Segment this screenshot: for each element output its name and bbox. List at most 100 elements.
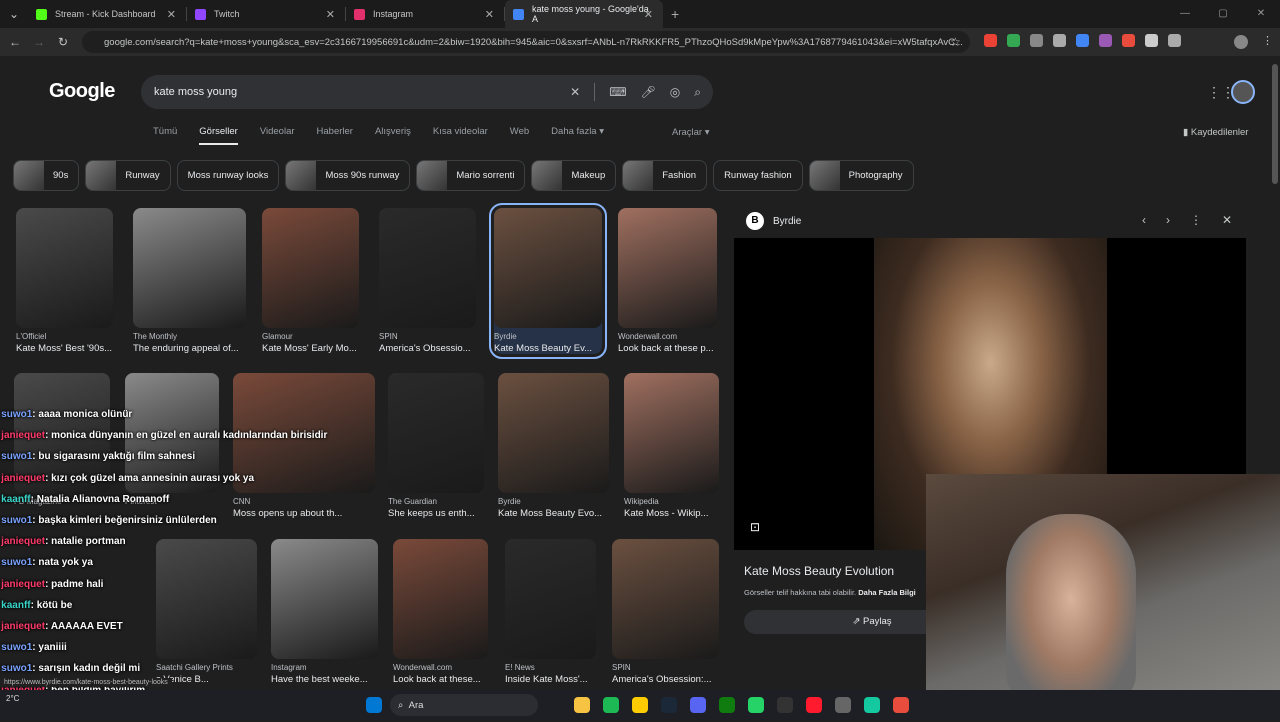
chat-username[interactable]: kaanff (1, 494, 30, 505)
tab-search-icon[interactable]: ⌄ (0, 7, 28, 21)
new-tab-button[interactable]: + (671, 6, 679, 22)
result-title[interactable]: The enduring appeal of... (133, 343, 246, 354)
browser-tab[interactable]: Instagram ✕ (346, 0, 504, 28)
image-result[interactable]: E! News Inside Kate Moss'... (505, 539, 596, 685)
result-thumbnail[interactable] (16, 208, 113, 328)
chip[interactable]: Runway (85, 160, 171, 191)
chip[interactable]: Moss runway looks (176, 160, 280, 191)
browser-tab[interactable]: Stream - Kick Dashboard ✕ (28, 0, 186, 28)
chip[interactable]: Photography (808, 160, 914, 191)
chip[interactable]: Moss 90s runway (285, 160, 411, 191)
profile-icon[interactable] (1234, 35, 1248, 49)
extension-icon[interactable] (1122, 34, 1135, 47)
chip[interactable]: 90s (13, 160, 80, 191)
taskbar-app-icon[interactable] (864, 697, 880, 713)
microphone-icon[interactable]: 🎤︎ (641, 85, 656, 99)
chip[interactable]: Makeup (531, 160, 617, 191)
chat-username[interactable]: suwo1 (1, 642, 32, 653)
menu-kebab-icon[interactable]: ⋮ (1262, 34, 1273, 47)
clear-icon[interactable]: ✕ (570, 85, 580, 99)
result-thumbnail[interactable] (624, 373, 719, 493)
back-icon[interactable]: ← (3, 35, 27, 49)
tab-5[interactable]: Kısa videolar (433, 126, 488, 145)
tab-6[interactable]: Web (510, 126, 529, 145)
maximize-icon[interactable]: ▢ (1204, 0, 1242, 28)
tools-button[interactable]: Araçlar ▾ (672, 127, 710, 138)
tab-1[interactable]: Görseller (199, 126, 238, 145)
result-title[interactable]: Inside Kate Moss'... (505, 674, 596, 685)
result-title[interactable]: Kate Moss - Wikip... (624, 508, 719, 519)
extension-icon[interactable] (984, 34, 997, 47)
result-title[interactable]: Kate Moss Beauty Evo... (498, 508, 609, 519)
tab-2[interactable]: Videolar (260, 126, 295, 145)
taskbar-app-icon[interactable] (777, 697, 793, 713)
taskbar-app-icon[interactable] (719, 697, 735, 713)
chat-username[interactable]: suwo1 (1, 663, 32, 674)
image-result[interactable]: Wikipedia Kate Moss - Wikip... (624, 373, 719, 519)
account-avatar[interactable] (1231, 80, 1255, 104)
image-result[interactable]: Byrdie Kate Moss Beauty Evo... (498, 373, 609, 519)
chat-username[interactable]: suwo1 (1, 451, 32, 462)
result-title[interactable]: America's Obsession:... (612, 674, 719, 685)
result-title[interactable]: Kate Moss' Early Mo... (262, 343, 359, 354)
weather-widget[interactable]: 2°C (6, 694, 19, 703)
image-result[interactable]: L'Officiel Kate Moss' Best '90s... (16, 208, 113, 354)
result-title[interactable]: Kate Moss Beauty Ev... (494, 343, 602, 354)
chat-username[interactable]: suwo1 (1, 557, 32, 568)
lens-icon[interactable]: ⊡ (750, 520, 760, 534)
result-thumbnail[interactable] (494, 208, 602, 328)
chat-username[interactable]: suwo1 (1, 409, 32, 420)
camera-lens-icon[interactable]: ◎ (670, 85, 680, 99)
taskbar-app-icon[interactable] (366, 697, 382, 713)
tab-4[interactable]: Alışveriş (375, 126, 411, 145)
result-thumbnail[interactable] (505, 539, 596, 659)
scroll-thumb[interactable] (1272, 64, 1278, 184)
taskbar-app-icon[interactable] (835, 697, 851, 713)
chat-username[interactable]: suwo1 (1, 515, 32, 526)
taskbar-app-icon[interactable] (806, 697, 822, 713)
extension-icon[interactable] (1099, 34, 1112, 47)
chat-username[interactable]: janiequet (1, 621, 45, 632)
reload-icon[interactable]: ↻ (51, 35, 75, 49)
forward-icon[interactable]: → (27, 35, 51, 49)
extension-icon[interactable] (1168, 34, 1181, 47)
taskbar-app-icon[interactable] (661, 697, 677, 713)
taskbar-app-icon[interactable] (748, 697, 764, 713)
image-result[interactable]: SPIN America's Obsession:... (612, 539, 719, 685)
chat-username[interactable]: kaanff (1, 600, 30, 611)
taskbar-app-icon[interactable] (893, 697, 909, 713)
url-field[interactable]: google.com/search?q=kate+moss+young&sca_… (82, 31, 970, 53)
preview-source[interactable]: Byrdie (773, 216, 801, 227)
taskbar-app-icon[interactable] (574, 697, 590, 713)
chat-username[interactable]: janiequet (1, 579, 45, 590)
tab-3[interactable]: Haberler (317, 126, 353, 145)
image-result[interactable]: The Monthly The enduring appeal of... (133, 208, 246, 354)
image-result[interactable]: SPIN America's Obsessio... (379, 208, 476, 354)
chat-username[interactable]: janiequet (1, 536, 45, 547)
google-logo[interactable]: Google (49, 80, 115, 103)
result-title[interactable]: Kate Moss' Best '90s... (16, 343, 113, 354)
chat-username[interactable]: janiequet (1, 473, 45, 484)
tab-close-icon[interactable]: ✕ (644, 8, 653, 21)
extension-icon[interactable] (1030, 34, 1043, 47)
more-info-link[interactable]: Daha Fazla Bilgi (858, 588, 916, 597)
image-result[interactable]: Byrdie Kate Moss Beauty Ev... (489, 203, 607, 359)
chip[interactable]: Runway fashion (713, 160, 803, 191)
taskbar-app-icon[interactable] (690, 697, 706, 713)
search-icon[interactable]: ⌕ (694, 85, 701, 100)
extension-icon[interactable] (1145, 34, 1158, 47)
result-thumbnail[interactable] (498, 373, 609, 493)
saved-button[interactable]: ▮ Kaydedilenler (1183, 127, 1248, 138)
prev-icon[interactable]: ‹ (1142, 213, 1146, 227)
browser-tab[interactable]: kate moss young - Google'da A ✕ (505, 0, 663, 28)
tab-close-icon[interactable]: ✕ (485, 8, 494, 21)
tab-7[interactable]: Daha fazla ▾ (551, 126, 604, 145)
close-icon[interactable]: ✕ (1222, 213, 1232, 227)
extension-icon[interactable] (1053, 34, 1066, 47)
more-icon[interactable]: ⋮ (1190, 213, 1202, 227)
result-title[interactable]: Look back at these p... (618, 343, 717, 354)
taskbar-app-icon[interactable] (603, 697, 619, 713)
result-thumbnail[interactable] (379, 208, 476, 328)
result-thumbnail[interactable] (262, 208, 359, 328)
result-thumbnail[interactable] (133, 208, 246, 328)
